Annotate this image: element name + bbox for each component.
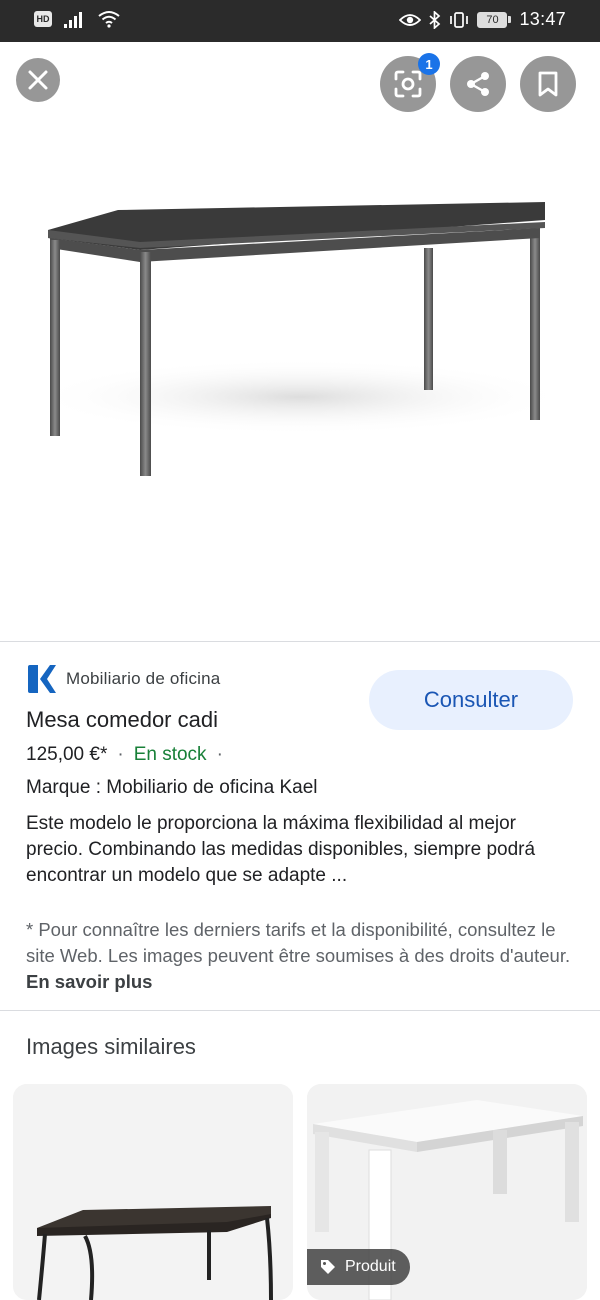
source-name: Mobiliario de oficina: [66, 669, 221, 688]
wifi-icon: [98, 11, 120, 28]
price-row: 125,00 €* · En stock ·: [26, 744, 223, 766]
hd-icon: HD: [34, 11, 52, 27]
battery-level: 70: [477, 11, 508, 28]
divider: [0, 641, 600, 642]
bookmark-icon: [538, 71, 558, 97]
product-title[interactable]: Mesa comedor cadi: [26, 707, 218, 733]
eye-icon: [399, 13, 422, 26]
lens-badge: 1: [418, 53, 440, 75]
price: 125,00 €*: [26, 744, 108, 765]
product-description: Este modelo le proporciona la máxima fle…: [26, 813, 536, 886]
source-row[interactable]: Mobiliario de oficina: [26, 663, 220, 695]
status-right: 70 13:47: [399, 9, 566, 30]
separator: ·: [117, 744, 124, 765]
product-chip-label: Produit: [345, 1258, 396, 1275]
product-chip[interactable]: Produit: [307, 1249, 410, 1285]
status-left: HD: [34, 10, 120, 28]
vibrate-icon: [450, 11, 469, 28]
disclaimer-text: * Pour connaître les derniers tarifs et …: [26, 919, 571, 966]
dark-table-thumbnail: [13, 1084, 293, 1300]
lens-icon: [394, 70, 422, 98]
separator: ·: [216, 744, 223, 765]
bluetooth-icon: [429, 10, 441, 29]
battery-icon: 70: [477, 11, 512, 28]
tag-icon: [321, 1260, 335, 1274]
stock-status: En stock: [133, 744, 207, 765]
learn-more-link[interactable]: En savoir plus: [26, 971, 152, 992]
consult-button[interactable]: Consulter: [369, 670, 573, 730]
signal-icon: [64, 12, 82, 28]
status-time: 13:47: [519, 9, 566, 29]
brand-line: Marque : Mobiliario de oficina Kael: [26, 777, 318, 798]
divider: [0, 1010, 600, 1011]
similar-image-1[interactable]: [13, 1084, 293, 1300]
table-illustration: [30, 202, 570, 476]
similar-images-heading: Images similaires: [26, 1034, 196, 1059]
status-bar: HD 70 13:47: [0, 0, 600, 42]
close-icon: [28, 70, 48, 90]
share-icon: [467, 72, 489, 96]
site-logo-icon: [28, 665, 56, 693]
save-button[interactable]: [520, 56, 576, 112]
disclaimer: * Pour connaître les derniers tarifs et …: [26, 917, 582, 995]
share-button[interactable]: [450, 56, 506, 112]
close-button[interactable]: [16, 58, 60, 102]
product-image[interactable]: 1: [0, 42, 600, 642]
